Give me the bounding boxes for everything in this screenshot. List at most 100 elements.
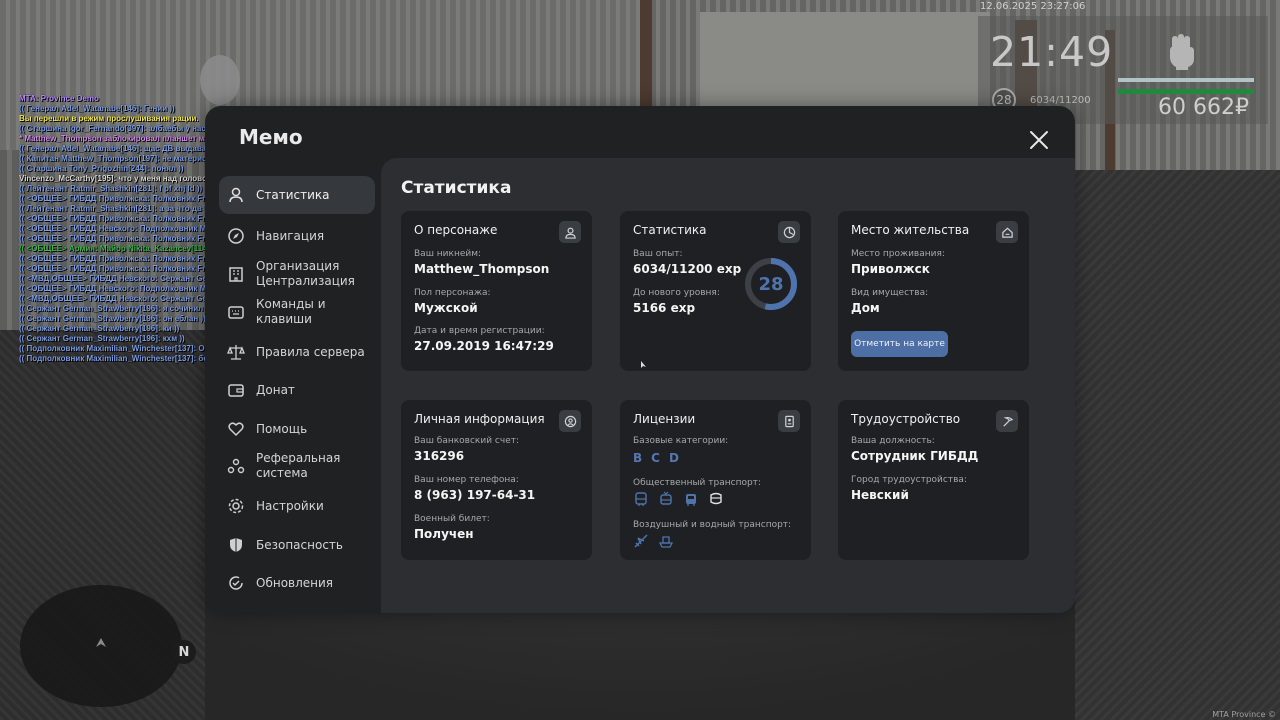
gender-value: Мужской [414, 301, 478, 315]
mouse-cursor-icon [641, 361, 646, 368]
fist-icon [1164, 33, 1200, 71]
nickname-label: Ваш никнейм: [414, 249, 482, 259]
level-value: 28 [758, 273, 784, 295]
place-value: Приволжск [851, 262, 930, 276]
next-level-value: 5166 exp [633, 301, 696, 315]
sidebar-item-help[interactable]: Помощь [227, 420, 375, 438]
sidebar-item-label: Помощь [256, 421, 308, 436]
reg-label: Дата и время регистрации: [414, 326, 545, 336]
public-transport-label: Общественный транспорт: [633, 478, 761, 488]
mark-on-map-button[interactable]: Отметить на карте [851, 331, 948, 357]
sidebar-item-organization[interactable]: Организация Централизация [227, 259, 375, 289]
close-button[interactable] [1029, 130, 1049, 150]
sidebar-item-label: Правила сервера [256, 344, 365, 359]
health-bar [1118, 78, 1254, 82]
chat-message: MTA: Province Demo [19, 94, 99, 103]
place-label: Место проживания: [851, 249, 945, 259]
license-categories: B C D [633, 451, 679, 465]
metro-icon [708, 491, 724, 507]
bank-value: 316296 [414, 449, 465, 463]
gear-icon [227, 497, 245, 515]
sidebar-item-updates[interactable]: Обновления [227, 574, 375, 592]
base-categories-label: Базовые категории: [633, 436, 729, 446]
next-level-label: До нового уровня: [633, 288, 720, 298]
card-character: О персонаже Ваш никнейм: Matthew_Thompso… [401, 211, 592, 371]
armor-bar [1118, 89, 1254, 94]
sidebar-item-label: Команды и клавиши [256, 297, 326, 326]
license-category: D [668, 451, 679, 465]
card-employment: Трудоустройство Ваша должность: Сотрудни… [838, 400, 1029, 560]
public-transport-icons [633, 491, 724, 507]
gender-label: Пол персонажа: [414, 288, 491, 298]
nickname-value: Matthew_Thompson [414, 262, 550, 276]
memo-modal: Мемо Статистика Навигация Организация Це… [205, 106, 1075, 613]
sidebar-item-statistics[interactable]: Статистика [219, 176, 375, 214]
player-arrow-icon [96, 638, 106, 647]
hud-clock: 21:49 [990, 28, 1114, 76]
building-icon [227, 265, 245, 283]
card-title: Лицензии [633, 412, 696, 426]
card-statistics: Статистика Ваш опыт: 6034/11200 exp До н… [620, 211, 811, 371]
minimap-north: N [172, 640, 196, 664]
close-icon [1030, 131, 1048, 149]
sidebar-item-commands[interactable]: Команды и клавиши [227, 297, 375, 327]
license-category: C [651, 451, 660, 465]
sidebar-item-referral[interactable]: Реферальная система [227, 451, 375, 481]
sidebar-item-label: Статистика [256, 187, 330, 202]
sidebar-item-donate[interactable]: Донат [227, 381, 375, 399]
update-icon [227, 574, 245, 592]
sidebar-item-label: Настройки [256, 498, 324, 513]
watermark: MTA Province © [1212, 710, 1276, 719]
position-value: Сотрудник ГИБДД [851, 449, 979, 463]
sidebar-nav: Статистика Навигация Организация Централ… [205, 176, 381, 613]
bank-label: Ваш банковский счет: [414, 436, 520, 446]
phone-label: Ваш номер телефона: [414, 475, 519, 485]
plane-icon [633, 533, 649, 549]
card-title: Статистика [633, 223, 707, 237]
sidebar-item-navigation[interactable]: Навигация [227, 227, 375, 245]
card-personal-info: Личная информация Ваш банковский счет: 3… [401, 400, 592, 560]
sidebar-item-label: Навигация [256, 228, 325, 243]
phone-value: 8 (963) 197-64-31 [414, 488, 536, 502]
sidebar-item-security[interactable]: Безопасность [227, 536, 375, 554]
boat-icon [658, 533, 674, 549]
content-panel: Статистика О персонаже Ваш никнейм: Matt… [381, 158, 1075, 613]
position-label: Ваша должность: [851, 436, 935, 446]
compass-icon [227, 227, 245, 245]
military-label: Военный билет: [414, 514, 490, 524]
home-icon [996, 221, 1018, 243]
bus-icon [633, 491, 649, 507]
property-label: Вид имущества: [851, 288, 929, 298]
keyboard-icon [227, 303, 245, 321]
property-value: Дом [851, 301, 880, 315]
referral-icon [227, 457, 245, 475]
sidebar-item-rules[interactable]: Правила сервера [227, 343, 375, 361]
modal-brand: Мемо [239, 125, 303, 149]
sidebar-item-label: Реферальная система [256, 451, 341, 480]
card-residence: Место жительства Место проживания: Приво… [838, 211, 1029, 371]
trolleybus-icon [658, 491, 674, 507]
heart-handshake-icon [227, 420, 245, 438]
shield-icon [227, 536, 245, 554]
user-circle-icon [559, 410, 581, 432]
card-title: Место жительства [851, 223, 970, 237]
user-icon [559, 221, 581, 243]
pickaxe-icon [996, 410, 1018, 432]
work-city-label: Город трудоустройства: [851, 475, 967, 485]
card-licenses: Лицензии Базовые категории: B C D Общест… [620, 400, 811, 560]
garage-door [700, 12, 990, 107]
wallet-icon [227, 381, 245, 399]
ground-texture [1075, 170, 1280, 720]
id-card-icon [778, 410, 800, 432]
card-title: Трудоустройство [851, 412, 961, 426]
tram-icon [683, 491, 699, 507]
hud-datetime: 12.06.2025 23:27:06 [980, 1, 1086, 12]
user-icon [227, 186, 245, 204]
sidebar-item-settings[interactable]: Настройки [227, 497, 375, 515]
scales-icon [227, 343, 245, 361]
license-category: B [633, 451, 643, 465]
sidebar-item-label: Обновления [256, 575, 334, 590]
hud-exp: 6034/11200 [1030, 95, 1091, 106]
card-title: Личная информация [414, 412, 545, 426]
exp-label: Ваш опыт: [633, 249, 683, 259]
